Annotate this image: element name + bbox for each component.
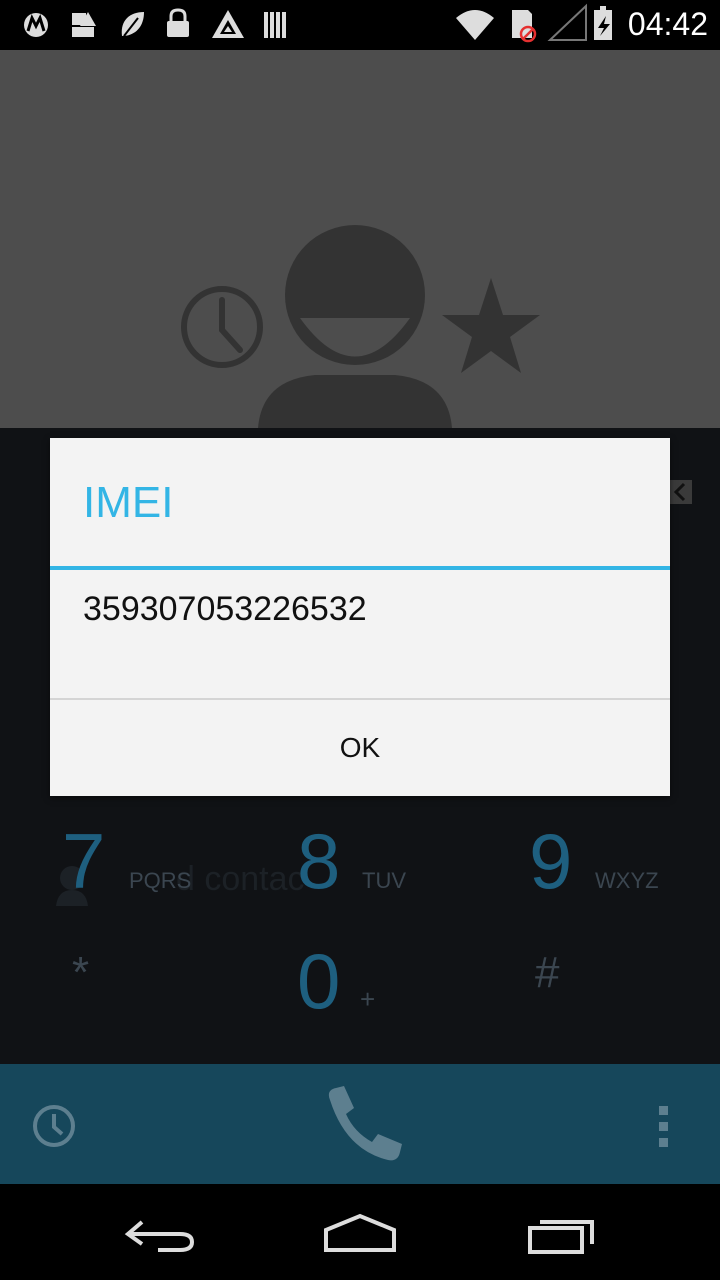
back-icon[interactable] bbox=[122, 1212, 198, 1256]
signal-icon bbox=[547, 3, 587, 41]
backspace-icon[interactable] bbox=[668, 480, 692, 504]
key-9[interactable]: 9 bbox=[529, 816, 572, 907]
key-letters: TUV bbox=[362, 868, 406, 893]
recents-icon[interactable] bbox=[526, 1214, 598, 1256]
key-digit: 8 bbox=[297, 817, 341, 905]
key-digit: 9 bbox=[529, 817, 573, 905]
dialer-action-bar bbox=[0, 1064, 720, 1184]
wifi-icon bbox=[456, 10, 494, 40]
navigation-bar bbox=[0, 1184, 720, 1280]
key-letters: WXYZ bbox=[595, 868, 659, 893]
leaf-icon bbox=[121, 12, 144, 37]
key-digit: 0 bbox=[297, 937, 341, 1025]
imei-dialog: IMEI 359307053226532 OK bbox=[50, 438, 670, 796]
key-digit: 7 bbox=[62, 817, 106, 905]
triangle-logo-icon bbox=[212, 10, 244, 38]
overflow-menu-icon[interactable] bbox=[656, 1104, 672, 1148]
add-contact-label: d contac bbox=[176, 860, 305, 898]
ok-button[interactable]: OK bbox=[50, 700, 670, 796]
dialog-title: IMEI bbox=[83, 478, 174, 527]
contact-header bbox=[0, 50, 720, 428]
title-divider bbox=[50, 566, 670, 570]
recent-clock-icon bbox=[181, 286, 263, 368]
battery-charging-icon bbox=[594, 6, 612, 40]
contact-placeholder-art bbox=[181, 225, 540, 428]
phone-icon bbox=[328, 1086, 402, 1161]
status-time: 04:42 bbox=[627, 6, 708, 42]
key-8[interactable]: 8 bbox=[297, 816, 340, 907]
key-7[interactable]: 7 bbox=[62, 816, 105, 907]
key-star[interactable]: * bbox=[72, 948, 89, 998]
status-bar: 04:42 bbox=[0, 0, 720, 50]
call-history-icon[interactable] bbox=[30, 1102, 78, 1150]
favorite-star-icon bbox=[442, 278, 540, 373]
status-icons bbox=[24, 3, 612, 43]
key-letters: + bbox=[360, 984, 376, 1014]
motorola-icon bbox=[24, 13, 48, 37]
call-button[interactable] bbox=[316, 1082, 406, 1172]
key-0[interactable]: 0 bbox=[297, 936, 340, 1027]
key-letters: PQRS bbox=[129, 868, 192, 893]
key-digit: * bbox=[72, 948, 90, 997]
bars-icon bbox=[264, 12, 286, 38]
key-pound[interactable]: # bbox=[535, 948, 559, 998]
imei-value: 359307053226532 bbox=[83, 590, 367, 628]
lock-icon bbox=[167, 8, 189, 37]
notification-icon bbox=[72, 12, 96, 37]
home-icon[interactable] bbox=[322, 1212, 400, 1256]
key-digit: # bbox=[535, 948, 560, 997]
sim-blocked-icon bbox=[512, 10, 537, 43]
person-avatar-icon bbox=[258, 225, 452, 428]
